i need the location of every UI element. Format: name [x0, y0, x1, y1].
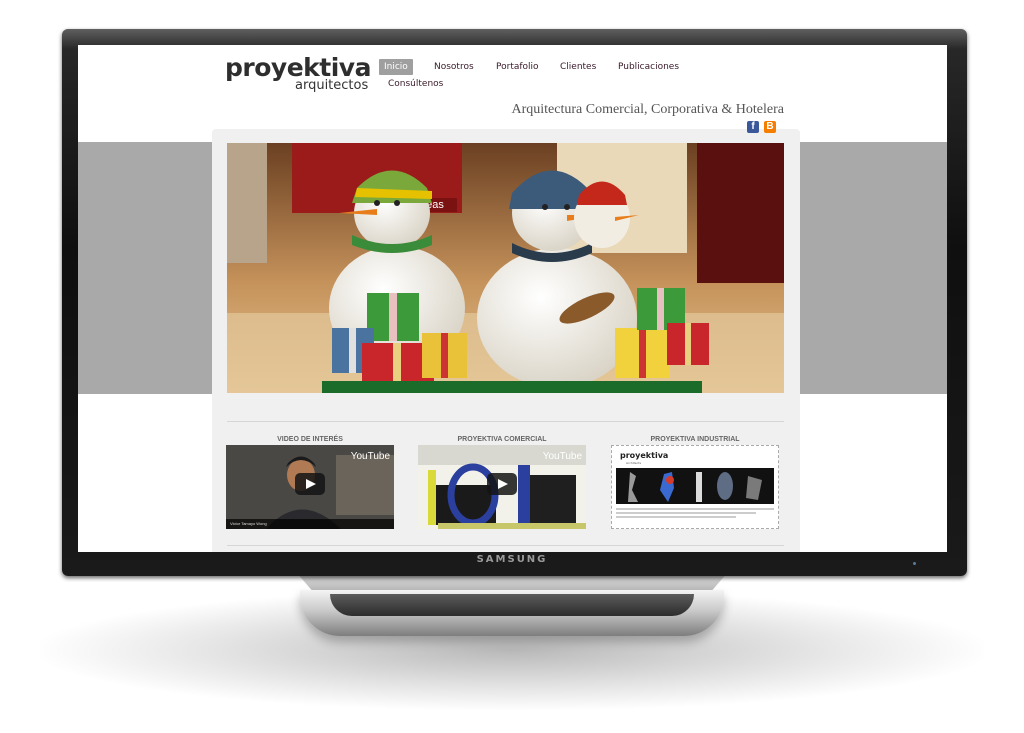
youtube-label: YouTube: [542, 451, 582, 462]
industrial-thumbnail: proyektiva Architects: [612, 446, 778, 528]
video-title-industrial: PROYEKTIVA INDUSTRIAL: [650, 436, 740, 443]
video-card-comercial[interactable]: YouTube: [418, 445, 586, 529]
facebook-icon[interactable]: f: [747, 121, 759, 133]
video-title-interes: VIDEO DE INTERÉS: [277, 436, 343, 443]
youtube-label: YouTube: [350, 451, 390, 462]
video-title-comercial: PROYEKTIVA COMERCIAL: [457, 436, 547, 443]
site-tagline: Arquitectura Comercial, Corporativa & Ho…: [511, 102, 784, 117]
thumb-sub: Architects: [626, 461, 641, 465]
nav-nosotros[interactable]: Nosotros: [429, 59, 479, 75]
section-divider: [227, 421, 784, 422]
website-screen: proyektiva arquitectos Inicio Nosotros P…: [78, 45, 947, 552]
monitor-brand: SAMSUNG: [476, 554, 548, 565]
logo-subtitle: arquitectos: [295, 78, 369, 93]
thumb-logo: proyektiva: [620, 451, 668, 460]
nav-consultenos[interactable]: Consúltenos: [383, 76, 448, 92]
video-card-interes[interactable]: YouTube Victor Tamayo Wong: [226, 445, 394, 529]
site-logo[interactable]: proyektiva arquitectos: [225, 54, 380, 93]
main-nav: Inicio Nosotros Portafolio Clientes Publ…: [379, 59, 709, 99]
video-caption: Victor Tamayo Wong: [226, 519, 394, 529]
play-icon[interactable]: [487, 473, 517, 495]
hero-image: Ideas: [227, 143, 784, 393]
hero-slider[interactable]: Ideas: [227, 143, 784, 393]
nav-portafolio[interactable]: Portafolio: [491, 59, 544, 75]
blogger-icon[interactable]: B: [764, 121, 776, 133]
power-led: [913, 562, 916, 565]
nav-inicio[interactable]: Inicio: [379, 59, 413, 75]
section-divider-bottom: [227, 545, 784, 546]
play-icon[interactable]: [295, 473, 325, 495]
monitor-stand-inner: [330, 594, 694, 616]
nav-publicaciones[interactable]: Publicaciones: [613, 59, 684, 75]
video-card-industrial[interactable]: proyektiva Architects: [611, 445, 779, 529]
nav-clientes[interactable]: Clientes: [555, 59, 601, 75]
